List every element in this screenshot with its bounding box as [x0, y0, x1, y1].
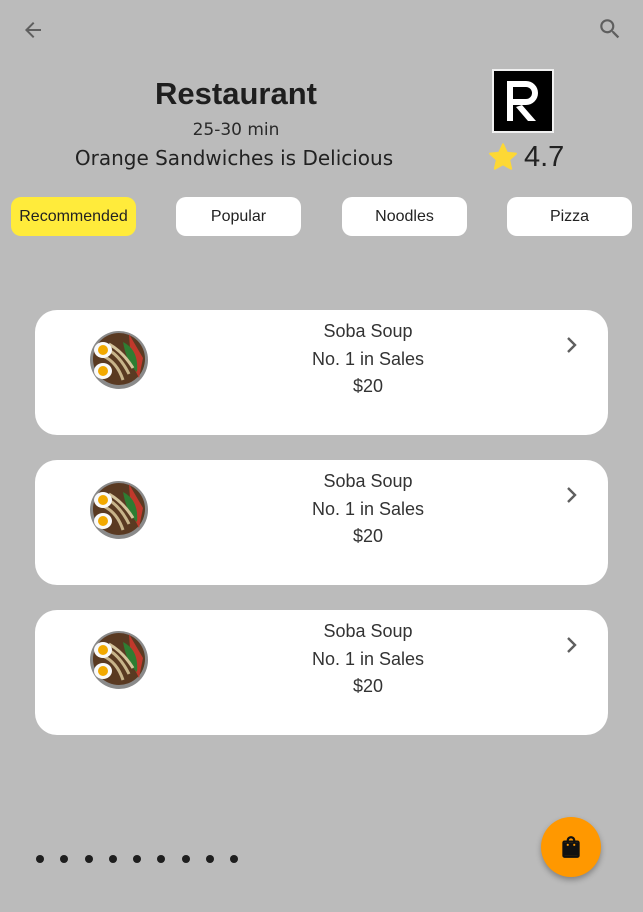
item-name: Soba Soup	[323, 621, 413, 641]
category-tabs: Recommended Popular Noodles Pizza	[0, 197, 643, 236]
item-price: $20	[352, 676, 384, 696]
item-name: Soba Soup	[323, 321, 413, 341]
tab-noodles[interactable]: Noodles	[342, 197, 467, 236]
page-indicator	[36, 855, 255, 863]
restaurant-logo-icon	[492, 69, 554, 133]
arrow-back-icon	[25, 22, 41, 38]
chevron-right-icon	[567, 487, 577, 503]
shopping-bag-icon	[562, 836, 580, 858]
rating-value: 4.7	[524, 140, 565, 173]
tab-popular[interactable]: Popular	[176, 197, 301, 236]
page-dot[interactable]	[84, 855, 93, 863]
item-price: $20	[352, 376, 384, 396]
restaurant-description: Orange Sandwiches is Delicious	[74, 146, 394, 170]
search-button[interactable]	[590, 9, 630, 49]
page-dot[interactable]	[206, 855, 215, 863]
rating: 4.7	[487, 138, 564, 176]
item-tagline: No. 1 in Sales	[311, 498, 425, 519]
delivery-time: 25-30 min	[192, 120, 280, 140]
item-tagline: No. 1 in Sales	[311, 648, 425, 669]
back-button[interactable]	[13, 10, 53, 50]
item-name: Soba Soup	[323, 471, 413, 491]
chevron-right-icon	[567, 337, 577, 353]
item-tagline: No. 1 in Sales	[311, 348, 425, 369]
page-dot[interactable]	[108, 855, 117, 863]
page-dot[interactable]	[133, 855, 142, 863]
page-dot[interactable]	[60, 855, 69, 863]
tab-recommended[interactable]: Recommended	[11, 197, 136, 236]
page-dot[interactable]	[181, 855, 190, 863]
soba-soup-image	[90, 331, 148, 389]
page-dot[interactable]	[230, 855, 239, 863]
page-dot[interactable]	[36, 855, 44, 863]
restaurant-title: Restaurant	[155, 76, 317, 111]
cart-button[interactable]	[541, 817, 601, 877]
menu-item-card[interactable]: Soba Soup No. 1 in Sales $20	[35, 310, 608, 435]
soba-soup-image	[90, 631, 148, 689]
star-icon	[489, 143, 517, 170]
search-icon	[600, 19, 620, 39]
menu-item-card[interactable]: Soba Soup No. 1 in Sales $20	[35, 460, 608, 585]
page-dot[interactable]	[157, 855, 166, 863]
item-price: $20	[352, 526, 384, 546]
soba-soup-image	[90, 481, 148, 539]
menu-item-card[interactable]: Soba Soup No. 1 in Sales $20	[35, 610, 608, 735]
chevron-right-icon	[567, 637, 577, 653]
tab-pizza[interactable]: Pizza	[507, 197, 632, 236]
